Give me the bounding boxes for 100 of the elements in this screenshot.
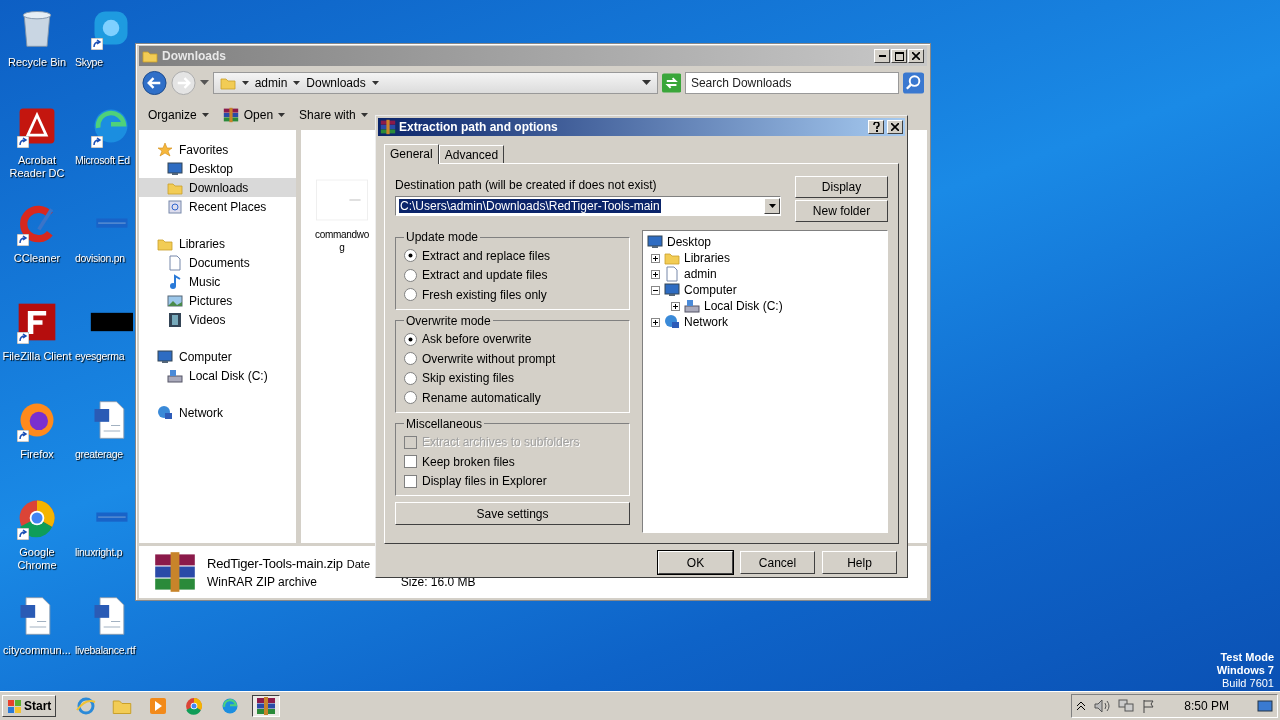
sidebar-item[interactable]: Computer bbox=[139, 347, 296, 366]
sidebar-item[interactable]: Network bbox=[139, 403, 296, 422]
start-button[interactable]: Start bbox=[2, 695, 57, 717]
dropdown-arrow-icon[interactable] bbox=[200, 80, 209, 86]
show-desktop-button[interactable] bbox=[1257, 698, 1273, 714]
expander-icon[interactable] bbox=[651, 285, 660, 295]
dialog-button[interactable]: OK bbox=[658, 551, 733, 574]
refresh-button[interactable] bbox=[661, 73, 681, 93]
desktop-icon-label[interactable]: greaterage bbox=[74, 448, 123, 461]
option-label[interactable]: Keep broken files bbox=[422, 454, 515, 469]
tree-item[interactable]: Libraries bbox=[684, 251, 731, 265]
path-combobox[interactable]: C:\Users\admin\Downloads\RedTiger-Tools-main bbox=[395, 196, 781, 216]
desktop-icon-label[interactable]: dovision.pn bbox=[74, 252, 125, 265]
sidebar-item[interactable]: Music bbox=[139, 272, 296, 291]
dialog-button[interactable]: Display bbox=[795, 176, 888, 198]
pictures-icon bbox=[167, 292, 183, 309]
checkbox[interactable] bbox=[404, 455, 417, 469]
disk-icon bbox=[167, 367, 183, 384]
sidebar-item[interactable]: Libraries bbox=[139, 234, 296, 253]
clock[interactable]: 8:50 PM bbox=[1184, 699, 1229, 713]
caret-icon[interactable] bbox=[293, 80, 301, 86]
radio-button[interactable] bbox=[404, 249, 417, 263]
caret-icon[interactable] bbox=[371, 80, 379, 86]
field-label: Destination path (will be created if does not exist) bbox=[395, 178, 658, 192]
sidebar-item[interactable]: Local Disk (C:) bbox=[139, 366, 296, 385]
image-thumbnail-icon[interactable] bbox=[316, 178, 368, 222]
dropdown-arrow-icon[interactable] bbox=[641, 80, 651, 86]
taskbar-button[interactable] bbox=[252, 695, 281, 717]
expander-icon[interactable] bbox=[651, 253, 660, 263]
speaker-icon[interactable] bbox=[1094, 699, 1111, 713]
minimize-button[interactable] bbox=[874, 49, 890, 63]
network-icon[interactable] bbox=[1118, 699, 1135, 713]
desktop-icon-label[interactable]: citycommun... bbox=[1, 644, 73, 657]
option-label[interactable]: Extract and replace files bbox=[422, 248, 551, 263]
back-button[interactable] bbox=[142, 70, 167, 96]
expander-icon[interactable] bbox=[671, 301, 680, 311]
breadcrumb-item[interactable]: Downloads bbox=[306, 76, 366, 90]
sidebar-item[interactable]: Desktop bbox=[139, 159, 296, 178]
tree-item[interactable]: Network bbox=[684, 315, 728, 329]
tree-item[interactable]: Desktop bbox=[667, 235, 712, 249]
breadcrumb-item[interactable]: admin bbox=[254, 76, 288, 90]
file-name[interactable]: commandwo g bbox=[315, 228, 369, 254]
sidebar-item[interactable]: Recent Places bbox=[139, 197, 296, 216]
chevron-up-icon[interactable] bbox=[1076, 701, 1087, 711]
desktop-icon-label[interactable]: Google Chrome bbox=[1, 546, 73, 572]
expander-icon[interactable] bbox=[651, 269, 660, 279]
desktop-icon-label[interactable]: livebalance.rtf bbox=[74, 644, 136, 657]
radio-button[interactable] bbox=[404, 332, 417, 346]
maximize-button[interactable] bbox=[891, 49, 907, 63]
desktop-icon-label[interactable]: eyesgerma bbox=[74, 350, 125, 363]
close-button[interactable] bbox=[887, 120, 903, 134]
close-button[interactable] bbox=[908, 49, 924, 63]
toolbar-button[interactable]: Organize bbox=[145, 106, 212, 124]
flag-icon[interactable] bbox=[1142, 699, 1157, 713]
group-title: Overwrite mode bbox=[405, 313, 492, 328]
tree-item[interactable]: Computer bbox=[684, 283, 737, 297]
sidebar-item[interactable]: Downloads bbox=[139, 178, 296, 197]
address-bar[interactable]: admin Downloads bbox=[212, 72, 658, 94]
sidebar-item[interactable]: Pictures bbox=[139, 291, 296, 310]
os-notice-text: Windows 7 bbox=[1216, 664, 1274, 677]
sidebar-item[interactable]: Favorites bbox=[139, 140, 296, 159]
dialog-button[interactable]: New folder bbox=[795, 200, 888, 222]
save-settings-button[interactable]: Save settings bbox=[395, 502, 630, 525]
dialog-button[interactable]: Cancel bbox=[740, 551, 815, 574]
radio-button[interactable] bbox=[404, 371, 417, 385]
search-button[interactable] bbox=[902, 72, 924, 94]
option-label[interactable]: Fresh existing files only bbox=[422, 287, 547, 302]
desktop-icon-label[interactable]: CCleaner bbox=[1, 252, 73, 265]
dialog-button[interactable]: Help bbox=[822, 551, 897, 574]
desktop-icon-label[interactable]: Firefox bbox=[1, 448, 73, 461]
tree-item[interactable]: admin bbox=[684, 267, 717, 281]
computer-icon bbox=[664, 282, 680, 298]
tab[interactable]: General bbox=[384, 144, 439, 164]
toolbar-button[interactable]: Share with bbox=[296, 106, 371, 124]
checkbox[interactable] bbox=[404, 474, 417, 488]
desktop-icon-label[interactable]: Microsoft Ed bbox=[74, 154, 130, 167]
radio-button[interactable] bbox=[404, 352, 417, 366]
desktop-icon-label[interactable]: Skype bbox=[74, 56, 103, 69]
desktop-icon-label[interactable]: Acrobat Reader DC bbox=[1, 154, 73, 180]
radio-button[interactable] bbox=[404, 391, 417, 405]
sidebar-item[interactable]: Documents bbox=[139, 253, 296, 272]
option-label[interactable]: Rename automatically bbox=[422, 390, 541, 405]
desktop-icon-label[interactable]: Recycle Bin bbox=[1, 56, 73, 69]
option-label[interactable]: Display files in Explorer bbox=[422, 474, 547, 489]
option-label[interactable]: Skip existing files bbox=[422, 371, 515, 386]
sidebar-item[interactable]: Videos bbox=[139, 310, 296, 329]
option-label[interactable]: Extract and update files bbox=[422, 268, 548, 283]
search-field[interactable]: Search Downloads bbox=[684, 72, 899, 94]
toolbar-button[interactable]: Open bbox=[219, 105, 289, 125]
expander-icon[interactable] bbox=[651, 317, 660, 327]
desktop-icon-label[interactable]: linuxright.p bbox=[74, 546, 123, 559]
desktop-icon-label[interactable]: FileZilla Client bbox=[1, 350, 73, 363]
option-label[interactable]: Overwrite without prompt bbox=[422, 351, 556, 366]
tab[interactable]: Advanced bbox=[438, 145, 505, 163]
caret-icon[interactable] bbox=[241, 80, 249, 86]
tree-item[interactable]: Local Disk (C:) bbox=[704, 299, 783, 313]
radio-button[interactable] bbox=[404, 288, 417, 302]
help-button[interactable] bbox=[868, 120, 884, 134]
radio-button[interactable] bbox=[404, 268, 417, 282]
option-label[interactable]: Ask before overwrite bbox=[422, 332, 532, 347]
